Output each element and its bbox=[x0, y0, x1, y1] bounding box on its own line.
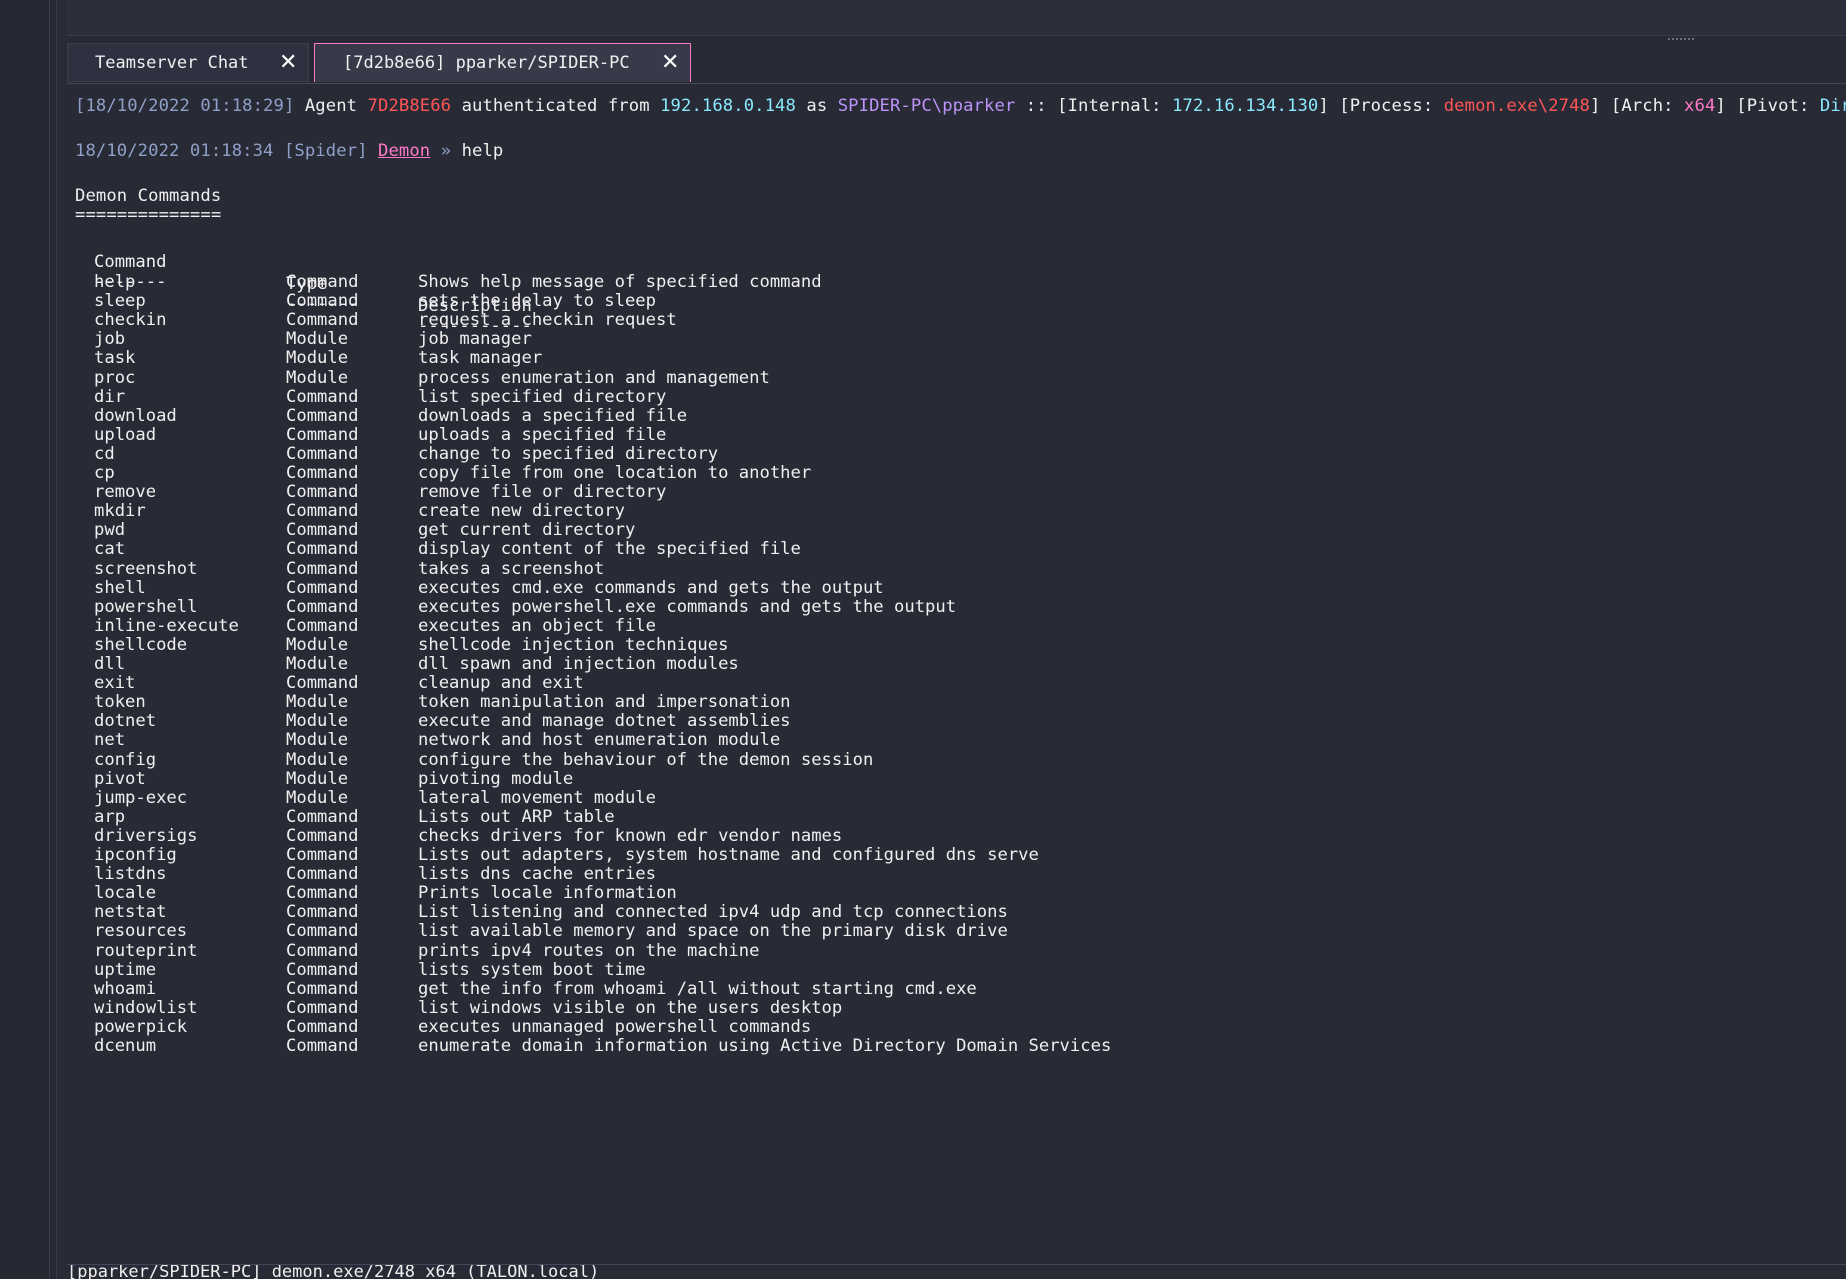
left-sidebar-gutter bbox=[0, 0, 57, 1279]
agent-id: 7D2B8E66 bbox=[367, 96, 452, 116]
command-name: dcenum bbox=[94, 1036, 157, 1056]
text: Agent bbox=[294, 96, 368, 116]
tab-bar: Teamserver Chat ✕ [7d2b8e66] pparker/SPI… bbox=[67, 43, 1846, 84]
command-type: Command bbox=[286, 1036, 359, 1056]
internal-ip: 172.16.134.130 bbox=[1172, 96, 1319, 116]
gutter-divider bbox=[56, 0, 57, 1279]
text: ] [Process: bbox=[1318, 96, 1444, 116]
havoc-client-window: Teamserver Chat ✕ [7d2b8e66] pparker/SPI… bbox=[0, 0, 1846, 1279]
agent-console-output[interactable]: [18/10/2022 01:18:29] Agent 7D2B8E66 aut… bbox=[67, 84, 1846, 1265]
help-heading-underline: ============== bbox=[75, 205, 222, 225]
close-icon[interactable]: ✕ bbox=[279, 51, 297, 75]
prompt-arrow: » bbox=[430, 141, 462, 161]
timestamp: [18/10/2022 01:18:29] bbox=[75, 96, 295, 116]
tab-label: Teamserver Chat bbox=[95, 52, 249, 73]
command-prompt-line: 18/10/2022 01:18:34 [Spider] Demon » hel… bbox=[75, 140, 503, 162]
agent-auth-line: [18/10/2022 01:18:29] Agent 7D2B8E66 aut… bbox=[75, 95, 1846, 117]
arch: x64 bbox=[1684, 96, 1716, 116]
entered-command: help bbox=[461, 141, 504, 161]
timestamp: 18/10/2022 01:18:34 [Spider] bbox=[75, 141, 378, 161]
external-ip: 192.168.0.148 bbox=[660, 96, 796, 116]
text: ] [Arch: bbox=[1590, 96, 1685, 116]
process-name: demon.exe\2748 bbox=[1443, 96, 1591, 116]
tab-label: [7d2b8e66] pparker/SPIDER-PC bbox=[343, 53, 630, 73]
gutter-divider bbox=[49, 0, 50, 1279]
pivot-type: Direct bbox=[1819, 96, 1846, 116]
text: as bbox=[795, 96, 838, 116]
text: ] [Pivot: bbox=[1715, 96, 1820, 116]
top-pane bbox=[67, 0, 1846, 36]
text: :: [Internal: bbox=[1015, 96, 1173, 116]
tab-teamserver-chat[interactable]: Teamserver Chat ✕ bbox=[67, 43, 309, 82]
agent-name-link[interactable]: Demon bbox=[378, 141, 430, 161]
status-bar: [pparker/SPIDER-PC] demon.exe/2748 x64 (… bbox=[67, 1264, 1846, 1279]
command-description: enumerate domain information using Activ… bbox=[418, 1036, 1112, 1056]
status-text: [pparker/SPIDER-PC] demon.exe/2748 x64 (… bbox=[67, 1264, 600, 1279]
close-icon[interactable]: ✕ bbox=[661, 51, 679, 75]
text: authenticated from bbox=[451, 96, 661, 116]
table-header-row: Command Type Description bbox=[67, 229, 532, 316]
agent-user: SPIDER-PC\pparker bbox=[837, 96, 1016, 116]
tab-agent-session[interactable]: [7d2b8e66] pparker/SPIDER-PC ✕ bbox=[314, 43, 691, 82]
table-rule-row: ------- ------- ----------- bbox=[67, 249, 532, 336]
